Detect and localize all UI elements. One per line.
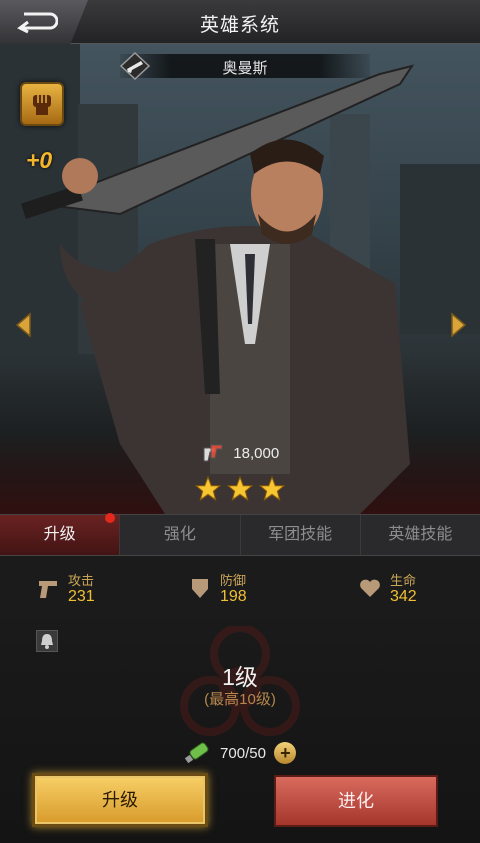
hero-tabs: 升级 强化 军团技能 英雄技能 xyxy=(0,513,480,556)
enhance-bonus: +0 xyxy=(26,147,53,173)
tab-label: 英雄技能 xyxy=(388,526,453,543)
star-icon xyxy=(259,476,286,502)
hero-name-bar: 奥曼斯 xyxy=(120,54,370,78)
stat-label: 攻击 xyxy=(68,573,95,588)
page-title: 英雄系统 xyxy=(199,15,280,36)
upgrade-cost: 700/50 + xyxy=(0,740,480,766)
tab-enhance[interactable]: 强化 xyxy=(120,515,241,555)
gun-icon xyxy=(39,581,57,598)
tab-legion-skills[interactable]: 军团技能 xyxy=(241,515,361,555)
hero-level-max: (最高10级) xyxy=(204,691,276,708)
hero-type-badge[interactable] xyxy=(20,82,64,126)
hero-name: 奥曼斯 xyxy=(222,60,268,77)
chevron-left-icon[interactable] xyxy=(14,312,32,338)
upgrade-button[interactable]: 升级 xyxy=(32,773,208,827)
stats-panel: 攻击 231 防御 198 生命 342 xyxy=(0,556,480,618)
hero-level: 1级 xyxy=(222,664,258,690)
fist-icon xyxy=(33,95,51,115)
chevron-right-icon[interactable] xyxy=(450,312,468,338)
stat-value: 342 xyxy=(390,588,417,605)
star-icon xyxy=(194,476,221,502)
shield-icon xyxy=(192,579,208,598)
star-rating xyxy=(0,476,480,507)
level-panel: 1级 (最高10级) 700/50 + 升级 进化 xyxy=(0,618,480,843)
stat-value: 231 xyxy=(68,588,95,605)
hero-power: 18,000 xyxy=(233,444,280,462)
stat-label: 生命 xyxy=(390,573,417,588)
tab-upgrade[interactable]: 升级 xyxy=(0,513,121,555)
top-bar: 英雄系统 xyxy=(0,0,480,44)
rifle-icon xyxy=(120,52,150,80)
pistols-icon xyxy=(203,444,223,462)
hero-portrait-scene: 奥曼斯 +0 18,000 xyxy=(0,44,480,514)
tab-label: 强化 xyxy=(163,526,196,543)
cost-value: 700/50 xyxy=(220,744,266,762)
tab-label: 军团技能 xyxy=(268,526,333,543)
add-resource-button[interactable]: + xyxy=(274,742,297,764)
notify-button[interactable] xyxy=(36,630,58,652)
evolve-button[interactable]: 进化 xyxy=(274,775,438,827)
plus-icon: + xyxy=(280,743,291,763)
heart-icon xyxy=(360,579,380,597)
power-row: 18,000 xyxy=(0,442,480,464)
tab-hero-skills[interactable]: 英雄技能 xyxy=(361,515,480,555)
stat-value: 198 xyxy=(220,588,247,605)
notification-dot xyxy=(105,513,116,523)
green-vial-icon xyxy=(184,742,209,764)
star-icon xyxy=(227,476,253,502)
stat-label: 防御 xyxy=(220,573,247,588)
tab-label: 升级 xyxy=(43,526,76,543)
bell-icon xyxy=(41,634,53,649)
